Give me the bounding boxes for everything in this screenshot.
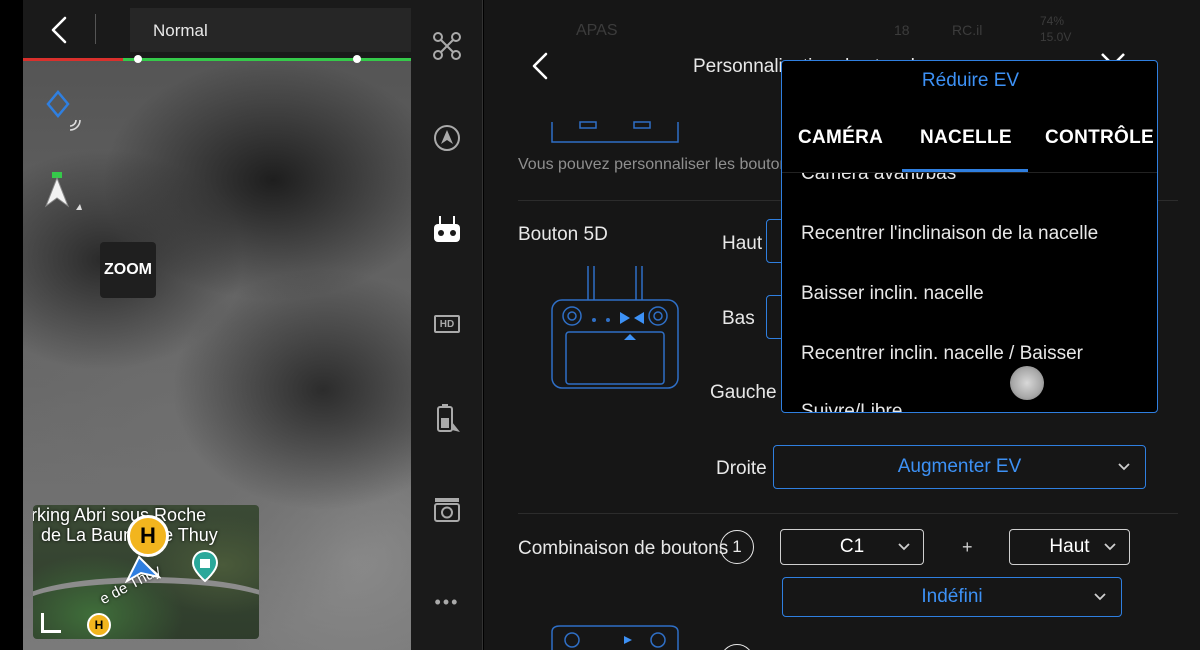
aircraft-position-icon — [125, 555, 161, 584]
poi-marker-icon — [191, 549, 219, 583]
sidebar-item-battery[interactable] — [411, 396, 483, 440]
battery-icon — [437, 404, 460, 432]
sidebar-item-more[interactable]: ••• — [411, 580, 483, 624]
screen-edge — [0, 0, 23, 650]
gps-signal-status: 18 — [894, 22, 910, 38]
home-point-icon[interactable] — [42, 170, 86, 214]
combo-plus-sign: + — [962, 537, 973, 557]
camera-view-panel: Normal ZOOM rking Abri sous Roche de La … — [0, 0, 411, 650]
chevron-down-icon — [1104, 543, 1116, 551]
section-title-5d-button: Bouton 5D — [518, 224, 608, 245]
row-label-down: Bas — [722, 308, 755, 329]
section-title-button-combo: Combinaison de boutons — [518, 538, 729, 559]
apas-status: APAS — [576, 22, 618, 39]
action-dropdown[interactable]: Réduire EV CAMÉRA NACELLE CONTRÔLE Camér… — [781, 60, 1158, 413]
right-action-select[interactable]: Augmenter EV — [773, 445, 1146, 489]
tab-camera[interactable]: CAMÉRA — [798, 127, 883, 149]
status-line-marker — [353, 55, 361, 63]
sidebar-item-remote-controller[interactable] — [411, 208, 483, 252]
top-bar-divider — [95, 14, 96, 44]
minimap-expand-icon[interactable] — [41, 613, 61, 633]
touch-indicator — [1010, 366, 1044, 400]
tab-divider — [782, 172, 1157, 173]
right-action-value: Augmenter EV — [897, 456, 1022, 477]
sidebar-item-obstacle[interactable] — [411, 116, 483, 160]
description-text: Vous pouvez personnaliser les boutons — [518, 156, 797, 173]
zoom-button[interactable]: ZOOM — [100, 242, 156, 298]
more-icon: ••• — [434, 591, 460, 612]
home-marker: H — [127, 515, 169, 557]
dropdown-option[interactable]: Suivre/Libre — [801, 401, 902, 412]
home-marker-small: H — [87, 613, 111, 637]
row-label-right: Droite — [716, 458, 767, 479]
sidebar-item-aircraft[interactable] — [411, 24, 483, 68]
status-line-green — [123, 58, 411, 61]
remote-controller-illustration — [551, 121, 679, 143]
dropdown-selected-value[interactable]: Réduire EV — [782, 70, 1157, 92]
hd-transmission-icon: HD — [434, 315, 460, 333]
panel-back-icon[interactable] — [528, 50, 552, 82]
settings-sidebar: HD ••• — [411, 0, 483, 650]
minimap-place-label: rking Abri sous Roche — [33, 505, 207, 525]
chevron-down-icon — [1118, 463, 1130, 471]
status-line-red — [23, 58, 123, 61]
row-label-left: Gauche — [710, 382, 777, 403]
combo-action-select[interactable]: Indéfini — [782, 577, 1122, 617]
chevron-down-icon — [898, 543, 910, 551]
combo-button-a-select[interactable]: C1 — [780, 529, 924, 565]
remote-controller-illustration — [551, 625, 679, 650]
obstacle-avoidance-icon — [434, 125, 460, 151]
remote-controller-5d-illustration — [551, 266, 679, 389]
dropdown-option[interactable]: Caméra avant/bas — [801, 173, 956, 185]
hd-label: HD — [439, 318, 455, 330]
back-arrow-icon[interactable] — [45, 14, 75, 46]
combo-action-value: Indéfini — [921, 586, 983, 607]
dropdown-option[interactable]: Recentrer inclin. nacelle / Baisser — [801, 343, 1083, 365]
combo-button-a-value: C1 — [839, 536, 865, 557]
sidebar-item-camera[interactable] — [411, 488, 483, 532]
camera-top-bar — [23, 0, 411, 60]
battery-percent: 74% — [1040, 14, 1065, 28]
combo-number-badge — [720, 644, 754, 650]
status-strip: APAS 18 RC.il 74% 15.0V — [484, 0, 1200, 50]
row-label-up: Haut — [722, 233, 763, 254]
section-divider — [518, 513, 1178, 514]
minimap[interactable]: rking Abri sous Roche de La Baume de Thu… — [33, 505, 259, 639]
flight-mode-label: Normal — [153, 21, 208, 40]
waypoint-signal-icon[interactable] — [46, 90, 90, 134]
tab-control[interactable]: CONTRÔLE — [1045, 127, 1154, 149]
combo-button-b-value: Haut — [1049, 536, 1090, 557]
chevron-down-icon — [1094, 593, 1106, 601]
tab-gimbal[interactable]: NACELLE — [920, 127, 1012, 149]
combo-button-b-select[interactable]: Haut — [1009, 529, 1130, 565]
rc-signal-status: RC.il — [952, 22, 983, 38]
signal-status-line — [23, 55, 411, 63]
dropdown-option[interactable]: Baisser inclin. nacelle — [801, 283, 984, 305]
aircraft-icon — [433, 32, 461, 60]
combo-number-badge: 1 — [720, 530, 754, 564]
status-line-marker — [134, 55, 142, 63]
sidebar-item-hd[interactable]: HD — [411, 302, 483, 346]
camera-icon — [434, 498, 460, 522]
remote-controller-icon — [434, 216, 460, 242]
dropdown-option[interactable]: Recentrer l'inclinaison de la nacelle — [801, 223, 1098, 245]
battery-voltage: 15.0V — [1040, 30, 1072, 44]
